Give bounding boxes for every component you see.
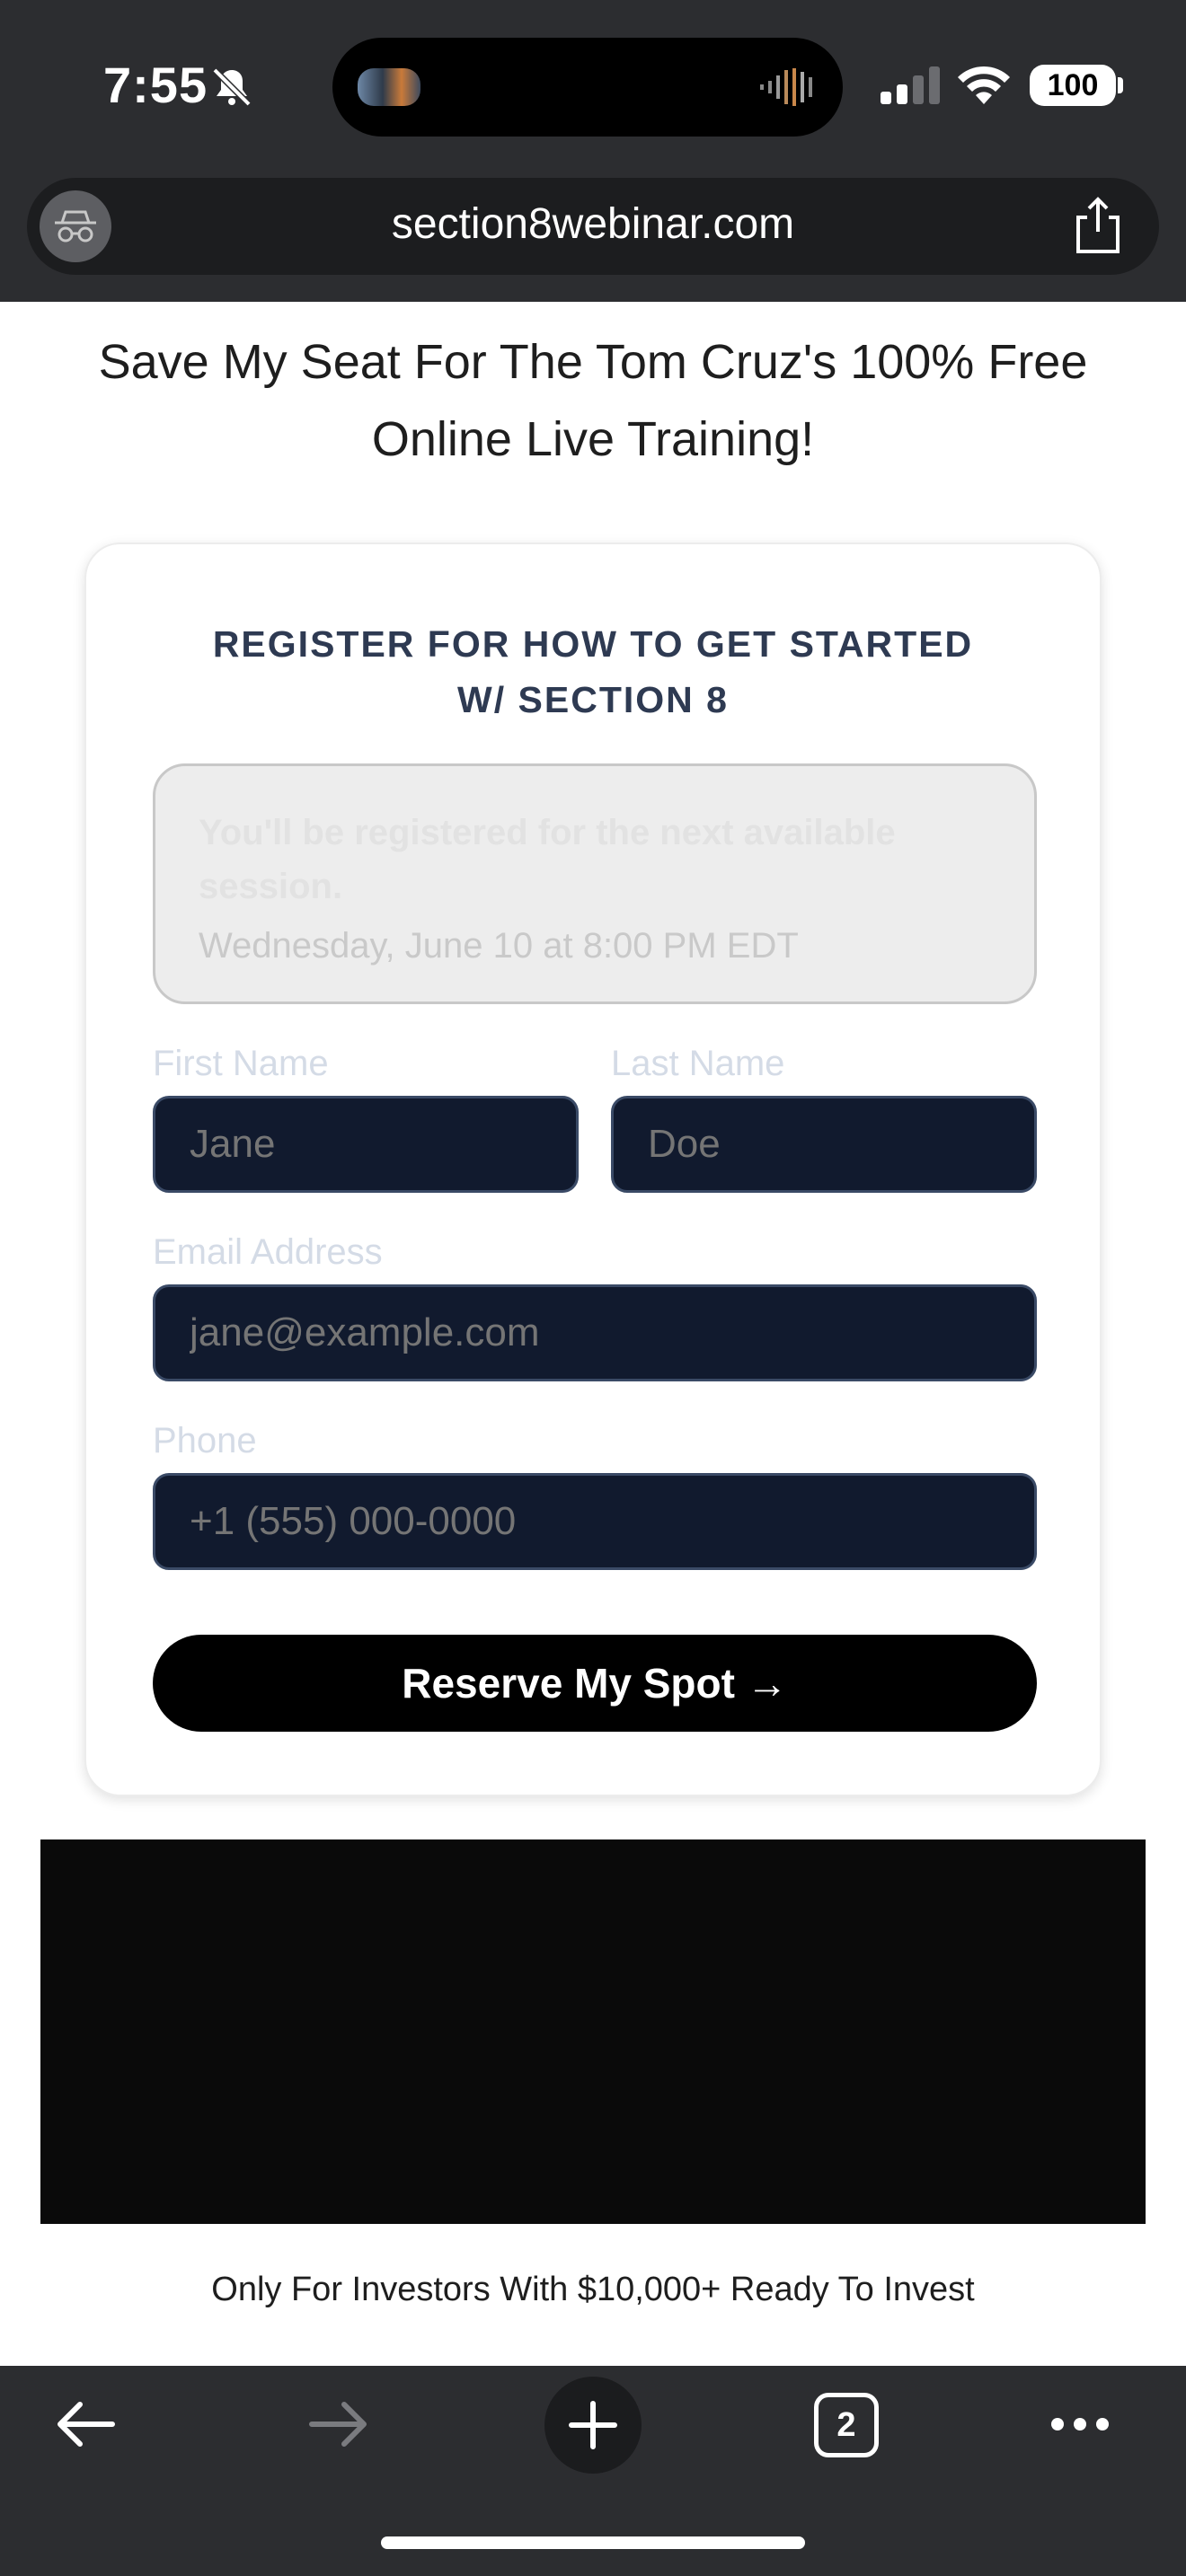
session-date: Wednesday, June 10 at 8:00 PM EDT	[199, 926, 799, 966]
session-info-box: You'll be registered for the next availa…	[153, 763, 1037, 1004]
tabs-button[interactable]: 2	[814, 2393, 879, 2457]
cellular-signal-icon	[881, 66, 940, 104]
plus-icon	[569, 2401, 617, 2449]
first-name-field[interactable]	[153, 1096, 579, 1193]
first-name-label: First Name	[153, 1044, 329, 1083]
video-player[interactable]	[40, 1839, 1146, 2224]
reserve-spot-button[interactable]: Reserve My Spot →	[153, 1635, 1037, 1732]
last-name-label: Last Name	[611, 1044, 785, 1083]
forward-arrow-icon	[309, 2402, 367, 2447]
media-thumbnail	[358, 68, 420, 106]
wifi-icon	[958, 66, 1010, 104]
forward-button[interactable]	[286, 2366, 394, 2483]
url-text[interactable]: section8webinar.com	[27, 199, 1159, 249]
browser-address-area: section8webinar.com	[0, 171, 1186, 302]
form-title: REGISTER FOR HOW TO GET STARTED W/ SECTI…	[212, 623, 974, 720]
dynamic-island	[332, 38, 843, 137]
clock: 7:55	[103, 57, 208, 113]
audio-level-icon	[760, 68, 812, 106]
session-note: You'll be registered for the next availa…	[199, 813, 896, 906]
registration-card: REGISTER FOR HOW TO GET STARTED W/ SECTI…	[84, 543, 1102, 1796]
page-headline: Save My Seat For The Tom Cruz's 100% Fre…	[98, 335, 1088, 466]
email-field[interactable]	[153, 1284, 1037, 1381]
email-label: Email Address	[153, 1232, 383, 1272]
last-name-field[interactable]	[611, 1096, 1037, 1193]
share-icon[interactable]	[1071, 196, 1125, 255]
more-menu-button[interactable]	[1026, 2366, 1134, 2483]
new-tab-button[interactable]	[544, 2377, 642, 2474]
back-button[interactable]	[31, 2366, 138, 2483]
bell-slash-icon	[212, 67, 252, 107]
home-indicator[interactable]	[381, 2536, 805, 2549]
more-icon	[1051, 2418, 1109, 2430]
investor-note: Only For Investors With $10,000+ Ready T…	[211, 2271, 975, 2308]
phone-field[interactable]	[153, 1473, 1037, 1570]
battery-indicator: 100	[1030, 65, 1116, 106]
status-bar: 7:55 100	[0, 0, 1186, 171]
address-bar[interactable]: section8webinar.com	[27, 178, 1159, 275]
battery-nub	[1118, 77, 1123, 93]
phone-label: Phone	[153, 1421, 257, 1460]
back-arrow-icon	[58, 2402, 115, 2447]
